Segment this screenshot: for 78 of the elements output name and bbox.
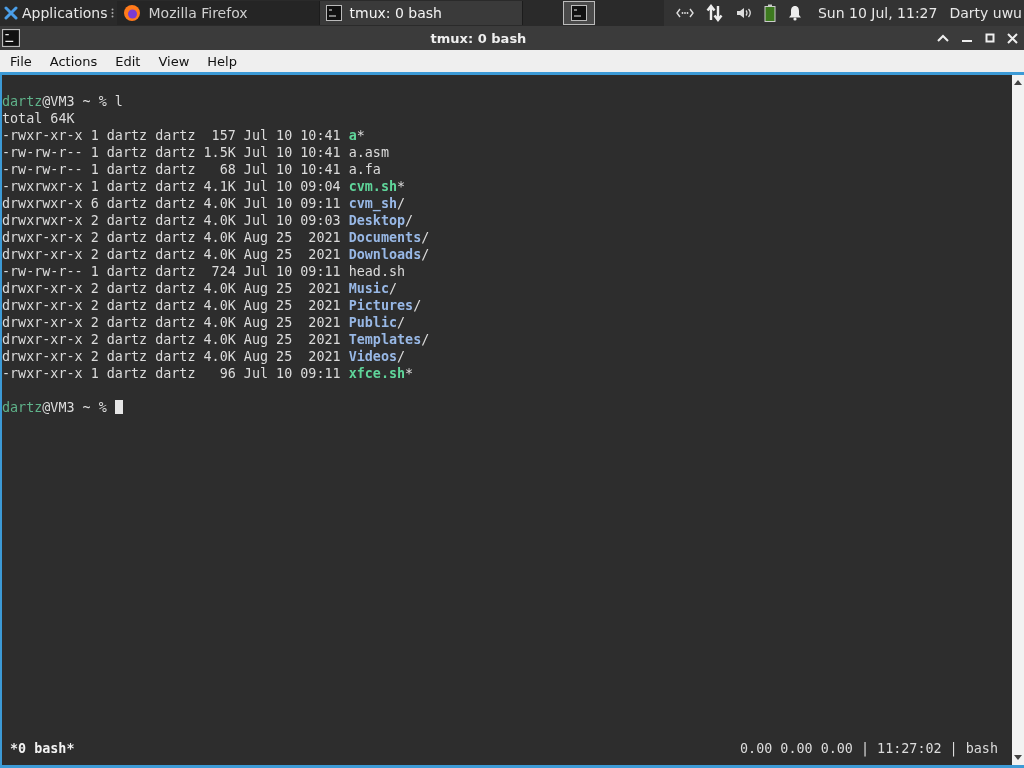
file-name: cvm.sh xyxy=(348,179,398,194)
tmux-status-info: 0.00 0.00 0.00 | 11:27:02 | bash xyxy=(740,740,998,757)
menu-item[interactable]: File xyxy=(0,53,41,69)
file-name: Music xyxy=(348,281,389,296)
file-info: drwxr-xr-x 2 dartz dartz 4.0K Aug 25 2021 xyxy=(2,332,342,347)
file-info: drwxr-xr-x 2 dartz dartz 4.0K Aug 25 2021 xyxy=(2,298,342,313)
taskbar-button[interactable]: Mozilla Firefox xyxy=(116,1,320,25)
speaker-icon[interactable] xyxy=(735,6,752,20)
file-type-suffix: * xyxy=(356,128,365,143)
prompt-user: dartz xyxy=(2,400,43,415)
browser-icon xyxy=(122,4,141,22)
shade-icon[interactable] xyxy=(937,34,949,42)
file-info: drwxr-xr-x 2 dartz dartz 4.0K Aug 25 2021 xyxy=(2,281,342,296)
x-logo-icon xyxy=(4,6,18,20)
file-name: a.fa xyxy=(348,162,381,177)
file-info: -rw-rw-r-- 1 dartz dartz 724 Jul 10 09:11 xyxy=(2,264,342,279)
file-name: a xyxy=(348,128,357,143)
network-icon[interactable] xyxy=(675,8,694,18)
file-info: -rwxr-xr-x 1 dartz dartz 96 Jul 10 09:11 xyxy=(2,366,342,381)
transfer-arrows-icon[interactable] xyxy=(705,4,724,22)
applications-menu[interactable]: Applications xyxy=(0,5,110,21)
clock[interactable]: Sun 10 Jul, 11:27 xyxy=(817,5,938,21)
file-name: Documents xyxy=(348,230,422,245)
file-info: -rw-rw-r-- 1 dartz dartz 1.5K Jul 10 10:41 xyxy=(2,145,342,160)
file-name: cvm_sh xyxy=(348,196,398,211)
file-info: drwxrwxr-x 6 dartz dartz 4.0K Jul 10 09:11 xyxy=(2,196,342,211)
menu-item[interactable]: Actions xyxy=(40,53,107,69)
terminal-icon xyxy=(570,5,587,21)
workspace-button[interactable] xyxy=(562,1,595,25)
file-info: drwxr-xr-x 2 dartz dartz 4.0K Aug 25 2021 xyxy=(2,230,342,245)
tmux-window-label: *0 bash* xyxy=(10,740,75,757)
file-name: xfce.sh xyxy=(348,366,406,381)
maximize-icon[interactable] xyxy=(985,33,995,43)
scroll-up-icon[interactable] xyxy=(1014,79,1022,85)
file-name: Downloads xyxy=(348,247,422,262)
file-name: head.sh xyxy=(348,264,406,279)
prompt-command: @VM3 ~ % l xyxy=(42,94,123,109)
file-type-suffix: * xyxy=(397,179,406,194)
file-type-suffix: / xyxy=(405,213,414,228)
file-type-suffix: / xyxy=(397,315,406,330)
scroll-down-icon[interactable] xyxy=(1014,755,1022,761)
file-info: -rwxr-xr-x 1 dartz dartz 157 Jul 10 10:41 xyxy=(2,128,342,143)
file-type-suffix: / xyxy=(421,332,430,347)
window-title: tmux: 0 bash xyxy=(429,30,528,46)
user-name[interactable]: Darty uwu xyxy=(949,5,1024,21)
file-type-suffix: / xyxy=(413,298,422,313)
file-info: drwxrwxr-x 2 dartz dartz 4.0K Jul 10 09:03 xyxy=(2,213,342,228)
bell-icon[interactable] xyxy=(787,5,802,21)
terminal-icon[interactable] xyxy=(2,29,20,47)
menu-item[interactable]: View xyxy=(149,53,199,69)
file-name: Desktop xyxy=(348,213,406,228)
file-name: Videos xyxy=(348,349,398,364)
scrollbar[interactable] xyxy=(1012,75,1024,765)
menu-item[interactable]: Edit xyxy=(106,53,150,69)
file-name: Public xyxy=(348,315,398,330)
file-type-suffix: / xyxy=(421,247,430,262)
file-info: -rw-rw-r-- 1 dartz dartz 68 Jul 10 10:41 xyxy=(2,162,342,177)
file-type-suffix: / xyxy=(397,196,406,211)
terminal-icon xyxy=(325,5,342,21)
close-icon[interactable] xyxy=(1007,32,1018,44)
file-info: drwxr-xr-x 2 dartz dartz 4.0K Aug 25 2021 xyxy=(2,247,342,262)
file-info: drwxr-xr-x 2 dartz dartz 4.0K Aug 25 2021 xyxy=(2,315,342,330)
menu-item[interactable]: Help xyxy=(198,53,246,69)
prompt-command: @VM3 ~ % xyxy=(42,400,107,415)
file-type-suffix: / xyxy=(389,281,398,296)
battery-icon[interactable] xyxy=(763,4,776,22)
file-name: a.asm xyxy=(348,145,389,160)
taskbar-button[interactable]: tmux: 0 bash xyxy=(319,1,523,25)
file-info: -rwxrwxr-x 1 dartz dartz 4.1K Jul 10 09:04 xyxy=(2,179,342,194)
file-name: Pictures xyxy=(348,298,414,313)
output-line: total 64K xyxy=(2,111,75,126)
handle-icon xyxy=(110,8,114,18)
file-type-suffix: / xyxy=(397,349,406,364)
prompt-user: dartz xyxy=(2,94,43,109)
file-type-suffix: * xyxy=(405,366,414,381)
file-info: drwxr-xr-x 2 dartz dartz 4.0K Aug 25 2021 xyxy=(2,349,342,364)
file-name: Templates xyxy=(348,332,422,347)
file-type-suffix: / xyxy=(421,230,430,245)
